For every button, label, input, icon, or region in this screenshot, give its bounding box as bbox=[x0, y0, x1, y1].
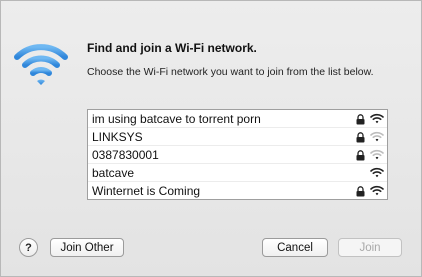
lock-icon bbox=[356, 132, 365, 143]
network-row[interactable]: Winternet is Coming bbox=[88, 182, 387, 199]
lock-icon bbox=[356, 114, 365, 125]
join-other-button[interactable]: Join Other bbox=[50, 238, 124, 257]
network-name: LINKSYS bbox=[92, 130, 143, 144]
wifi-signal-icon bbox=[370, 185, 384, 196]
network-name: batcave bbox=[92, 166, 135, 180]
wifi-signal-icon bbox=[370, 167, 384, 178]
network-row[interactable]: batcave bbox=[88, 164, 387, 182]
lock-icon bbox=[356, 150, 365, 161]
wifi-icon bbox=[14, 44, 68, 85]
network-name: Winternet is Coming bbox=[92, 184, 201, 198]
wifi-signal-icon bbox=[370, 131, 384, 142]
network-row[interactable]: im using batcave to torrent porn bbox=[88, 110, 387, 128]
dialog-subtitle: Choose the Wi-Fi network you want to joi… bbox=[87, 66, 374, 78]
network-row[interactable]: LINKSYS bbox=[88, 128, 387, 146]
wifi-join-dialog: Find and join a Wi-Fi network. Choose th… bbox=[0, 0, 422, 277]
dialog-title: Find and join a Wi-Fi network. bbox=[87, 41, 257, 55]
help-button[interactable]: ? bbox=[19, 238, 38, 257]
cancel-button[interactable]: Cancel bbox=[262, 238, 328, 257]
network-name: im using batcave to torrent porn bbox=[92, 112, 261, 126]
join-button[interactable]: Join bbox=[338, 238, 402, 257]
network-name: 0387830001 bbox=[92, 148, 159, 162]
network-list[interactable]: im using batcave to torrent porn LINKSYS 0… bbox=[87, 109, 388, 200]
network-row[interactable]: 0387830001 bbox=[88, 146, 387, 164]
wifi-signal-icon bbox=[370, 113, 384, 124]
wifi-signal-icon bbox=[370, 149, 384, 160]
lock-icon bbox=[356, 186, 365, 197]
